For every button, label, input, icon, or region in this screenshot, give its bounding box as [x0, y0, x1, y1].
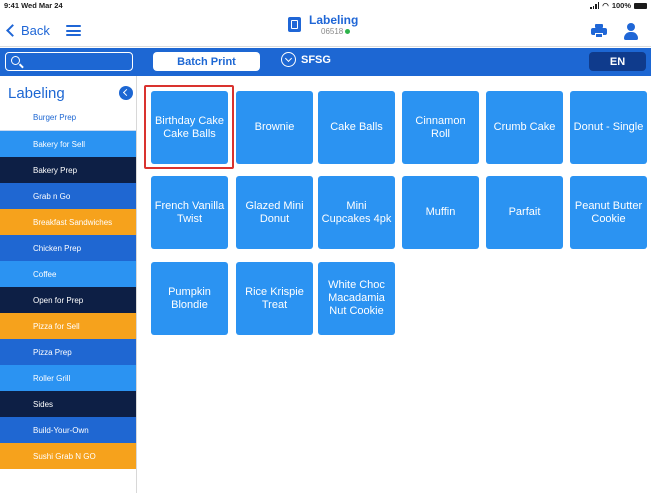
battery-icon [634, 2, 647, 9]
toolbar: Batch Print SFSG EN [0, 48, 651, 76]
product-tile-mini-cupcakes-4pk[interactable]: Mini Cupcakes 4pk [318, 176, 395, 249]
store-code: 06518 [321, 27, 358, 36]
status-bar: 9:41 Wed Mar 24 ◠ 100% [0, 0, 651, 10]
chevron-left-icon [6, 24, 19, 37]
language-button[interactable]: EN [589, 52, 646, 71]
back-label: Back [21, 23, 50, 38]
product-tile-cinnamon-roll[interactable]: Cinnamon Roll [402, 91, 479, 164]
product-tile-birthday-cake-cake-balls[interactable]: Birthday Cake Cake Balls [151, 91, 228, 164]
sidebar-item-bakery-prep[interactable]: Bakery Prep [0, 157, 136, 183]
battery-percent: 100% [611, 1, 631, 10]
sidebar-item-bakery-for-sell[interactable]: Bakery for Sell [0, 131, 136, 157]
store-code-text: 06518 [321, 27, 344, 36]
online-status-dot [345, 29, 351, 34]
product-tile-brownie[interactable]: Brownie [236, 91, 313, 164]
search-icon [11, 56, 20, 65]
status-indicators: ◠ 100% [590, 1, 647, 10]
navigation-bar: Back Labeling 06518 [0, 10, 651, 47]
sidebar-item-pizza-prep[interactable]: Pizza Prep [0, 339, 136, 365]
sidebar-item-sides[interactable]: Sides [0, 391, 136, 417]
product-tile-cake-balls[interactable]: Cake Balls [318, 91, 395, 164]
sidebar-item-roller-grill[interactable]: Roller Grill [0, 365, 136, 391]
product-tile-parfait[interactable]: Parfait [486, 176, 563, 249]
product-tile-peanut-butter-cookie[interactable]: Peanut Butter Cookie [570, 176, 647, 249]
sidebar: Labeling Burger Prep Bakery for Sell Bak… [0, 76, 137, 493]
chevron-down-icon [281, 52, 296, 67]
collapse-sidebar-icon[interactable] [119, 86, 133, 100]
product-tile-white-choc-macadamia-nut-cookie[interactable]: White Choc Macadamia Nut Cookie [318, 262, 395, 335]
product-tile-rice-krispie-treat[interactable]: Rice Krispie Treat [236, 262, 313, 335]
product-tile-donut-single[interactable]: Donut - Single [570, 91, 647, 164]
product-tile-glazed-mini-donut[interactable]: Glazed Mini Donut [236, 176, 313, 249]
store-selector[interactable]: SFSG [281, 52, 331, 67]
labeling-app-icon [288, 17, 301, 32]
page-header: Labeling 06518 [288, 13, 358, 36]
store-selector-label: SFSG [301, 53, 331, 66]
menu-icon[interactable] [66, 25, 81, 36]
sidebar-header: Labeling [0, 76, 136, 105]
search-input[interactable] [5, 52, 133, 71]
user-profile-icon[interactable] [624, 23, 638, 40]
product-tile-crumb-cake[interactable]: Crumb Cake [486, 91, 563, 164]
sidebar-item-coffee[interactable]: Coffee [0, 261, 136, 287]
batch-print-button[interactable]: Batch Print [153, 52, 260, 71]
page-title: Labeling [309, 13, 359, 27]
sidebar-item-open-for-prep[interactable]: Open for Prep [0, 287, 136, 313]
sidebar-item-chicken-prep[interactable]: Chicken Prep [0, 235, 136, 261]
product-tile-pumpkin-blondie[interactable]: Pumpkin Blondie [151, 262, 228, 335]
back-button[interactable]: Back [6, 23, 50, 38]
sidebar-title: Labeling [8, 85, 65, 102]
status-time: 9:41 Wed Mar 24 [4, 1, 63, 10]
wifi-icon: ◠ [602, 1, 609, 10]
product-tile-french-vanilla-twist[interactable]: French Vanilla Twist [151, 176, 228, 249]
sidebar-item-build-your-own[interactable]: Build-Your-Own [0, 417, 136, 443]
signal-icon [590, 2, 600, 9]
product-tile-muffin[interactable]: Muffin [402, 176, 479, 249]
sidebar-item-burger-prep[interactable]: Burger Prep [0, 105, 136, 131]
sidebar-item-sushi-grab-n-go[interactable]: Sushi Grab N GO [0, 443, 136, 469]
sidebar-item-breakfast-sandwiches[interactable]: Breakfast Sandwiches [0, 209, 136, 235]
sidebar-item-pizza-for-sell[interactable]: Pizza for Sell [0, 313, 136, 339]
sidebar-item-grab-n-go[interactable]: Grab n Go [0, 183, 136, 209]
printer-icon[interactable] [591, 24, 607, 38]
